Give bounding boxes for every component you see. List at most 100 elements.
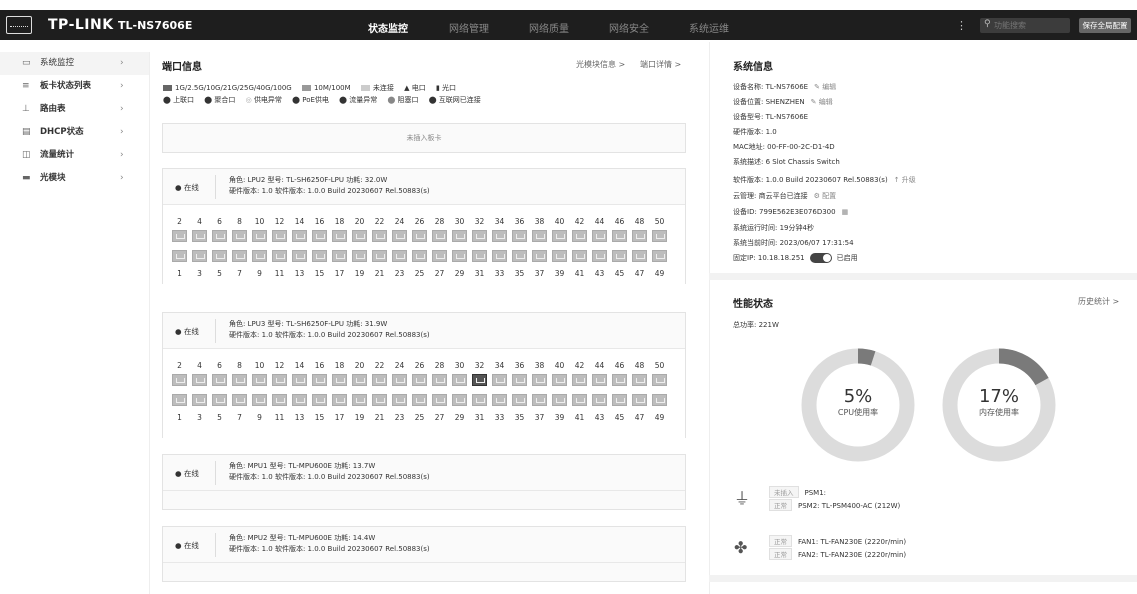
port-23[interactable] [392,250,407,262]
port-24[interactable] [392,230,407,242]
port-2[interactable] [172,230,187,242]
port-26[interactable] [412,374,427,386]
upgrade-button[interactable]: ↑ 升级 [894,176,916,184]
port-12[interactable] [272,374,287,386]
port-27[interactable] [432,250,447,262]
port-29[interactable] [452,250,467,262]
port-35[interactable] [512,394,527,406]
port-18[interactable] [332,374,347,386]
port-2[interactable] [172,374,187,386]
port-36[interactable] [512,230,527,242]
edit-location-button[interactable]: ✎ 编辑 [811,98,833,106]
port-14[interactable] [292,230,307,242]
port-1[interactable] [172,250,187,262]
nav-network-security[interactable]: 网络安全 [609,20,649,35]
port-41[interactable] [572,394,587,406]
port-26[interactable] [412,230,427,242]
port-38[interactable] [532,374,547,386]
port-42[interactable] [572,374,587,386]
port-49[interactable] [652,394,667,406]
port-31[interactable] [472,250,487,262]
nav-system-ops[interactable]: 系统运维 [689,20,729,35]
port-29[interactable] [452,394,467,406]
history-stats-link[interactable]: 历史统计 > [1078,296,1119,307]
port-18[interactable] [332,230,347,242]
port-34[interactable] [492,230,507,242]
port-5[interactable] [212,250,227,262]
port-6[interactable] [212,230,227,242]
port-10[interactable] [252,230,267,242]
port-10[interactable] [252,374,267,386]
port-11[interactable] [272,394,287,406]
port-20[interactable] [352,230,367,242]
port-12[interactable] [272,230,287,242]
port-15[interactable] [312,394,327,406]
port-42[interactable] [572,230,587,242]
port-13[interactable] [292,250,307,262]
sidebar-item-dhcp[interactable]: ▤ DHCP状态 › [0,121,149,144]
port-8[interactable] [232,374,247,386]
port-50[interactable] [652,230,667,242]
port-6[interactable] [212,374,227,386]
port-30[interactable] [452,230,467,242]
port-45[interactable] [612,250,627,262]
port-9[interactable] [252,394,267,406]
qr-code-icon[interactable]: ▦ [842,208,849,216]
port-36[interactable] [512,374,527,386]
port-47[interactable] [632,250,647,262]
more-icon[interactable]: ⋮ [956,19,967,32]
port-21[interactable] [372,250,387,262]
port-47[interactable] [632,394,647,406]
port-40[interactable] [552,374,567,386]
port-25[interactable] [412,394,427,406]
sidebar-item-optical-module[interactable]: ▬ 光模块 › [0,167,149,190]
nav-network-management[interactable]: 网络管理 [449,20,489,35]
port-20[interactable] [352,374,367,386]
port-46[interactable] [612,374,627,386]
port-11[interactable] [272,250,287,262]
port-38[interactable] [532,230,547,242]
port-27[interactable] [432,394,447,406]
port-32[interactable] [472,230,487,242]
port-17[interactable] [332,394,347,406]
port-40[interactable] [552,230,567,242]
port-21[interactable] [372,394,387,406]
save-config-button[interactable]: 保存全局配置 [1079,18,1131,33]
port-28[interactable] [432,230,447,242]
port-30[interactable] [452,374,467,386]
port-22[interactable] [372,374,387,386]
port-7[interactable] [232,250,247,262]
port-3[interactable] [192,394,207,406]
port-34[interactable] [492,374,507,386]
port-9[interactable] [252,250,267,262]
search-box[interactable]: ⚲ [980,18,1070,33]
port-44[interactable] [592,374,607,386]
search-input[interactable] [994,19,1066,32]
port-13[interactable] [292,394,307,406]
sidebar-item-route-table[interactable]: ⊥ 路由表 › [0,98,149,121]
port-19[interactable] [352,250,367,262]
edit-name-button[interactable]: ✎ 编辑 [814,83,836,91]
port-41[interactable] [572,250,587,262]
optical-info-link[interactable]: 光模块信息 > [576,59,625,70]
port-37[interactable] [532,250,547,262]
port-37[interactable] [532,394,547,406]
port-25[interactable] [412,250,427,262]
port-3[interactable] [192,250,207,262]
port-22[interactable] [372,230,387,242]
port-1[interactable] [172,394,187,406]
port-48[interactable] [632,230,647,242]
port-45[interactable] [612,394,627,406]
port-32[interactable] [472,374,487,386]
port-44[interactable] [592,230,607,242]
port-46[interactable] [612,230,627,242]
port-39[interactable] [552,394,567,406]
port-4[interactable] [192,230,207,242]
port-43[interactable] [592,394,607,406]
port-50[interactable] [652,374,667,386]
port-7[interactable] [232,394,247,406]
sidebar-item-card-list[interactable]: ≡ 板卡状态列表 › [0,75,149,98]
port-35[interactable] [512,250,527,262]
port-16[interactable] [312,230,327,242]
sidebar-item-traffic[interactable]: ◫ 流量统计 › [0,144,149,167]
